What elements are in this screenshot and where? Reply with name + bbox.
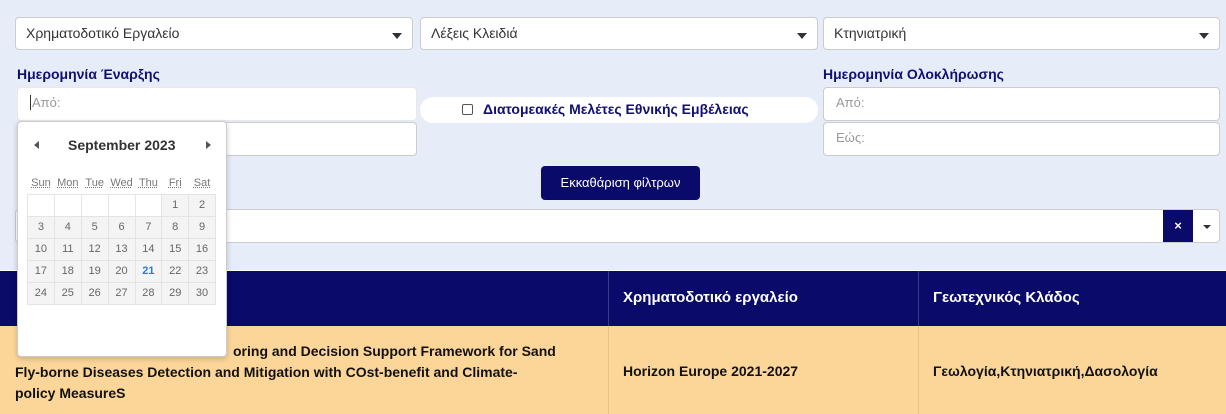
end-date-to-input[interactable]: Εώς: xyxy=(823,122,1220,156)
datepicker-empty-cell xyxy=(27,193,55,217)
weekday-mon: Mon xyxy=(57,176,79,189)
end-date-to-placeholder: Εώς: xyxy=(836,130,865,145)
sector-cell: Γεωλογία,Κτηνιατρική,Δασολογία xyxy=(933,363,1158,379)
datepicker-empty-cell xyxy=(53,193,82,217)
end-date-label: Ημερομηνία Ολοκλήρωσης xyxy=(823,66,1004,82)
datepicker-empty-cell xyxy=(134,193,163,217)
datepicker-empty-cell xyxy=(80,193,109,217)
end-date-from-placeholder: Από: xyxy=(836,95,865,110)
datepicker-day[interactable]: 20 xyxy=(107,259,136,283)
weekday-sun: Sun xyxy=(31,176,51,189)
datepicker-month: September xyxy=(68,137,141,153)
datepicker-day[interactable]: 6 xyxy=(107,215,136,239)
datepicker-day[interactable]: 21 xyxy=(134,259,163,283)
datepicker-days: 1 2 3 4 5 6 7 8 9 10 11 12 13 14 15 16 17 18 19 20 21 22 23 24 2… xyxy=(27,193,216,305)
datepicker-day[interactable]: 1 xyxy=(161,193,190,217)
chevron-down-icon xyxy=(1199,33,1209,39)
datepicker-day[interactable]: 5 xyxy=(80,215,109,239)
datepicker-day[interactable]: 27 xyxy=(107,281,136,305)
sector-select[interactable]: Κτηνιατρική xyxy=(823,17,1220,50)
datepicker-day[interactable]: 15 xyxy=(161,237,190,261)
chevron-down-icon[interactable] xyxy=(1203,225,1211,229)
weekday-tue: Tue xyxy=(85,176,104,189)
datepicker-day[interactable]: 3 xyxy=(27,215,55,239)
datepicker-week: 3456789 xyxy=(27,215,216,239)
project-title-line: Fly-borne Diseases Detection and Mitigat… xyxy=(15,364,518,380)
chevron-down-icon xyxy=(392,33,402,39)
column-divider xyxy=(918,271,919,326)
funding-tool-select-value: Χρηματοδοτικό Εργαλείο xyxy=(26,25,180,41)
datepicker-day[interactable]: 26 xyxy=(80,281,109,305)
datepicker-day[interactable]: 12 xyxy=(80,237,109,261)
header-funding-tool[interactable]: Χρηματοδοτικό εργαλείο xyxy=(623,289,798,306)
start-date-label: Ημερομηνία Έναρξης xyxy=(17,66,160,82)
datepicker-day[interactable]: 4 xyxy=(53,215,82,239)
start-date-from-placeholder: Από: xyxy=(32,95,61,110)
cross-sector-checkbox[interactable] xyxy=(462,104,473,115)
header-sector[interactable]: Γεωτεχνικός Κλάδος xyxy=(933,289,1080,306)
project-title-line: policy MeasureS xyxy=(15,385,126,401)
datepicker-day[interactable]: 18 xyxy=(53,259,82,283)
clear-selection-button[interactable]: × xyxy=(1163,210,1193,242)
column-divider xyxy=(918,326,919,414)
column-divider xyxy=(608,326,609,414)
datepicker-day[interactable]: 25 xyxy=(53,281,82,305)
datepicker-day[interactable]: 22 xyxy=(161,259,190,283)
datepicker-year: 2023 xyxy=(144,137,176,153)
sector-select-value: Κτηνιατρική xyxy=(834,25,907,41)
datepicker-day[interactable]: 10 xyxy=(27,237,55,261)
datepicker-grid: Sun Mon Tue Wed Thu Fri Sat 1 2 3 4 5 6 7 8 9 10 1… xyxy=(27,172,219,305)
datepicker-title[interactable]: September 2023 xyxy=(68,137,180,153)
datepicker-day[interactable]: 11 xyxy=(53,237,82,261)
text-cursor xyxy=(30,95,31,110)
weekday-fri: Fri xyxy=(168,176,182,189)
cross-sector-checkbox-label: Διατομεακές Μελέτες Εθνικής Εμβέλειας xyxy=(483,101,749,117)
cross-sector-checkbox-row[interactable]: Διατομεακές Μελέτες Εθνικής Εμβέλειας xyxy=(420,97,818,123)
datepicker-day[interactable]: 7 xyxy=(134,215,163,239)
datepicker-day[interactable]: 23 xyxy=(188,259,216,283)
start-date-from-input[interactable]: Από: xyxy=(17,87,417,121)
weekday-thu: Thu xyxy=(138,176,158,189)
datepicker-empty-cell xyxy=(107,193,136,217)
datepicker-day[interactable]: 16 xyxy=(188,237,216,261)
datepicker-day[interactable]: 17 xyxy=(27,259,55,283)
datepicker-day[interactable]: 29 xyxy=(161,281,190,305)
datepicker-day[interactable]: 2 xyxy=(188,193,216,217)
chevron-left-icon[interactable] xyxy=(34,141,39,149)
keywords-select[interactable]: Λέξεις Κλειδιά xyxy=(420,17,818,50)
datepicker-day[interactable]: 14 xyxy=(134,237,163,261)
keywords-select-value: Λέξεις Κλειδιά xyxy=(431,25,518,41)
column-divider xyxy=(608,271,609,326)
datepicker-day[interactable]: 9 xyxy=(188,215,216,239)
datepicker-day[interactable]: 30 xyxy=(188,281,216,305)
datepicker-day[interactable]: 13 xyxy=(107,237,136,261)
datepicker-day[interactable]: 24 xyxy=(27,281,55,305)
datepicker-week: 17 18 19 20 21 22 23 xyxy=(27,259,216,283)
datepicker-popup: September 2023 Sun Mon Tue Wed Thu Fri Sa… xyxy=(17,121,227,357)
weekday-sat: Sat xyxy=(193,176,211,189)
datepicker-week: 24 25 26 27 28 29 30 xyxy=(27,281,216,305)
funding-tool-select[interactable]: Χρηματοδοτικό Εργαλείο xyxy=(15,17,413,50)
funding-tool-cell: Horizon Europe 2021-2027 xyxy=(623,363,799,379)
datepicker-header: September 2023 xyxy=(18,136,226,156)
datepicker-day[interactable]: 8 xyxy=(161,215,190,239)
datepicker-week: 10 11 12 13 14 15 16 xyxy=(27,237,216,261)
datepicker-day[interactable]: 19 xyxy=(80,259,109,283)
end-date-from-input[interactable]: Από: xyxy=(823,87,1220,121)
clear-filters-button[interactable]: Εκκαθάριση φίλτρων xyxy=(541,166,700,200)
chevron-right-icon[interactable] xyxy=(206,141,211,149)
datepicker-week: 12 xyxy=(27,193,216,217)
datepicker-day[interactable]: 28 xyxy=(134,281,163,305)
chevron-down-icon xyxy=(797,33,807,39)
weekday-wed: Wed xyxy=(110,176,133,189)
